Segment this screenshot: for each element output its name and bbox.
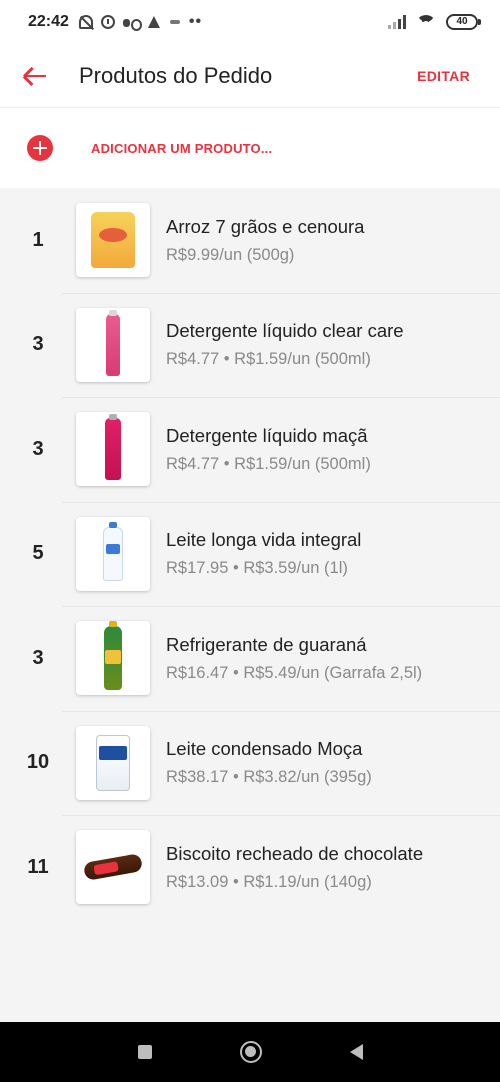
item-quantity: 3 [32,333,44,356]
product-name: Leite condensado Moça [166,738,363,760]
list-item[interactable]: 3 Refrigerante de guaraná R$16.47 • R$5.… [0,606,500,711]
add-product-button[interactable]: ADICIONAR UM PRODUTO... [0,108,500,188]
item-quantity: 5 [32,542,44,565]
item-quantity: 3 [32,437,44,460]
wifi-icon [416,15,436,29]
list-item[interactable]: 11 Biscoito recheado de chocolate R$13.0… [0,815,500,920]
more-notifications-icon: •• [188,13,203,30]
list-item[interactable]: 1 Arroz 7 grãos e cenoura R$9.99/un (500… [0,188,500,293]
item-quantity: 11 [27,855,49,878]
product-name: Detergente líquido maçã [166,424,368,446]
product-image [76,307,150,382]
detergent-bottle-icon [105,414,121,481]
detergent-bottle-icon [106,309,120,376]
home-button[interactable] [239,1041,262,1063]
product-price: R$38.17 • R$3.82/un (395g) [166,768,372,787]
milk-bottle-icon [103,521,123,581]
add-product-label: ADICIONAR UM PRODUTO... [91,140,273,156]
notification-icons: •• [78,13,203,31]
bell-off-icon [78,15,93,29]
status-time: 22:42 [28,13,69,30]
list-item[interactable]: 3 Detergente líquido clear care R$4.77 •… [0,292,500,398]
product-image [76,203,150,278]
system-navigation-bar [0,1022,500,1082]
product-image [76,830,150,905]
back-button[interactable] [0,44,70,108]
battery-icon: 40 [446,14,481,30]
app-notification-icon [122,15,142,31]
status-bar: 22:42 •• 40 [0,0,500,44]
product-image [76,412,150,487]
arrow-left-icon [23,66,46,86]
product-image [76,516,150,591]
list-item[interactable]: 5 Leite longa vida integral R$17.95 • R$… [0,501,500,607]
product-price: R$4.77 • R$1.59/un (500ml) [166,350,371,369]
product-name: Biscoito recheado de chocolate [166,842,424,864]
item-quantity: 10 [26,751,50,774]
edit-button[interactable]: EDITAR [417,68,470,84]
signal-icon [388,15,406,29]
alarm-icon [100,15,115,29]
product-image [76,621,150,696]
product-price: R$4.77 • R$1.59/un (500ml) [166,454,371,473]
product-name: Detergente líquido clear care [166,320,404,342]
product-price: R$16.47 • R$5.49/un (Garrafa 2,5l) [166,663,423,682]
product-price: R$9.99/un (500g) [166,245,295,264]
cookie-package-icon [82,853,144,882]
product-price: R$17.95 • R$3.59/un (1l) [166,559,348,578]
product-name: Refrigerante de guaraná [166,633,367,655]
app-bar: Produtos do Pedido EDITAR [0,44,500,108]
product-name: Arroz 7 grãos e cenoura [166,215,365,237]
soda-bottle-icon [104,621,122,691]
product-price: R$13.09 • R$1.19/un (140g) [166,872,372,891]
product-list: 1 Arroz 7 grãos e cenoura R$9.99/un (500… [0,188,500,920]
status-indicators: 40 [388,14,481,30]
rice-package-icon [91,212,135,269]
condensed-milk-can-icon [96,734,130,791]
product-image [76,725,150,800]
item-quantity: 3 [32,646,44,669]
plus-circle-icon [27,135,53,161]
system-back-button[interactable] [349,1044,363,1060]
app-notification-icon [169,15,181,29]
page-title: Produtos do Pedido [79,62,273,88]
recent-apps-button[interactable] [137,1045,152,1059]
list-item[interactable]: 10 Leite condensado Moça R$38.17 • R$3.8… [0,710,500,816]
app-notification-icon [147,15,161,29]
item-quantity: 1 [32,228,44,251]
list-item[interactable]: 3 Detergente líquido maçã R$4.77 • R$1.5… [0,397,500,502]
product-name: Leite longa vida integral [166,529,362,551]
